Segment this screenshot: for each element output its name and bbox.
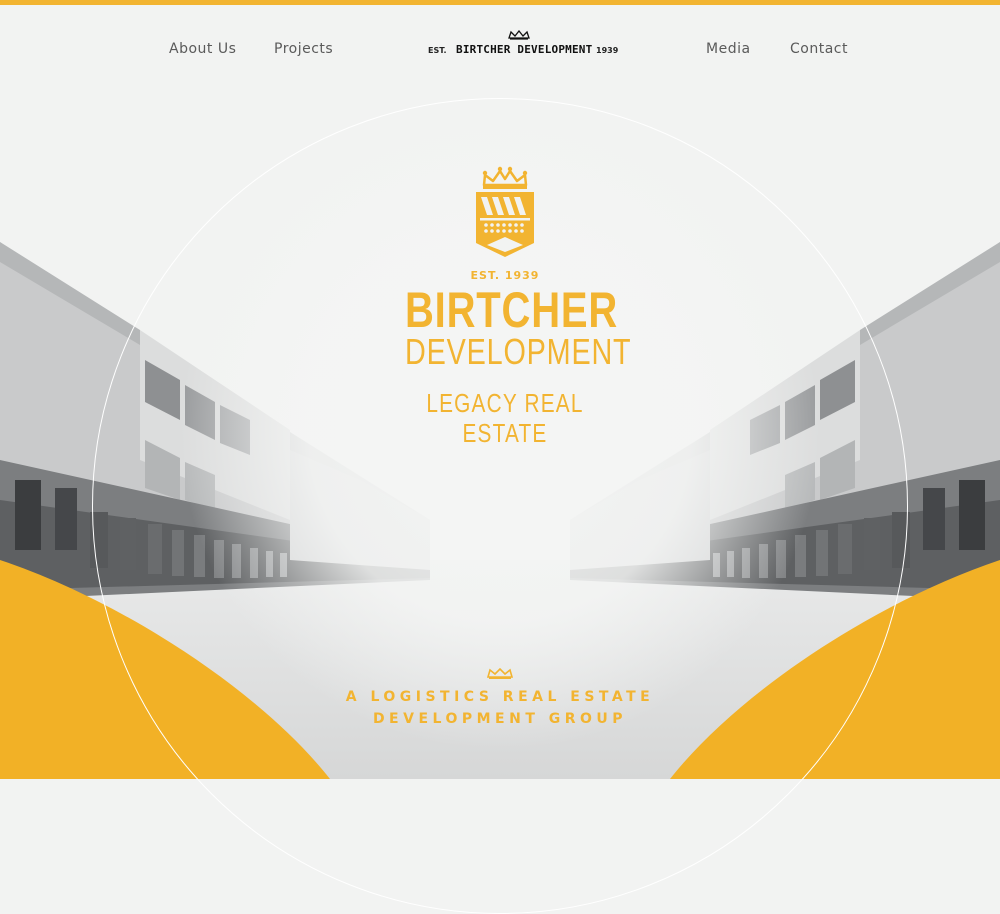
header-logo[interactable]: EST. BIRTCHER DEVELOPMENT 1939 bbox=[420, 30, 620, 60]
shield-logo-icon bbox=[476, 166, 534, 257]
logo-year-text: 1939 bbox=[596, 46, 619, 55]
logo-wordmark: BIRTCHER DEVELOPMENT bbox=[456, 43, 593, 56]
hero-title-development: DEVELOPMENT bbox=[405, 331, 632, 372]
nav-link-media[interactable]: Media bbox=[706, 41, 751, 57]
crown-icon bbox=[508, 30, 530, 40]
hero-est-line: EST. 1939 bbox=[470, 269, 540, 282]
crown-icon bbox=[486, 668, 514, 679]
nav-link-contact[interactable]: Contact bbox=[790, 41, 848, 57]
hero-title-birtcher: BIRTCHER bbox=[405, 282, 619, 338]
tagline-line-1: A LOGISTICS REAL ESTATE bbox=[345, 689, 655, 705]
tagline-block: A LOGISTICS REAL ESTATE DEVELOPMENT GROU… bbox=[300, 668, 700, 730]
hero-logo-block: EST. 1939 BIRTCHER DEVELOPMENT LEGACY RE… bbox=[380, 165, 632, 448]
nav-link-projects[interactable]: Projects bbox=[274, 41, 333, 57]
nav-link-about-us[interactable]: About Us bbox=[169, 41, 236, 57]
tagline-line-2: DEVELOPMENT GROUP bbox=[372, 711, 628, 727]
logo-est-text: EST. bbox=[428, 46, 447, 55]
hero-subtitle: LEGACY REAL ESTATE bbox=[426, 388, 584, 448]
top-navigation: About Us Projects EST. BIRTCHER DEVELOPM… bbox=[0, 0, 1000, 80]
